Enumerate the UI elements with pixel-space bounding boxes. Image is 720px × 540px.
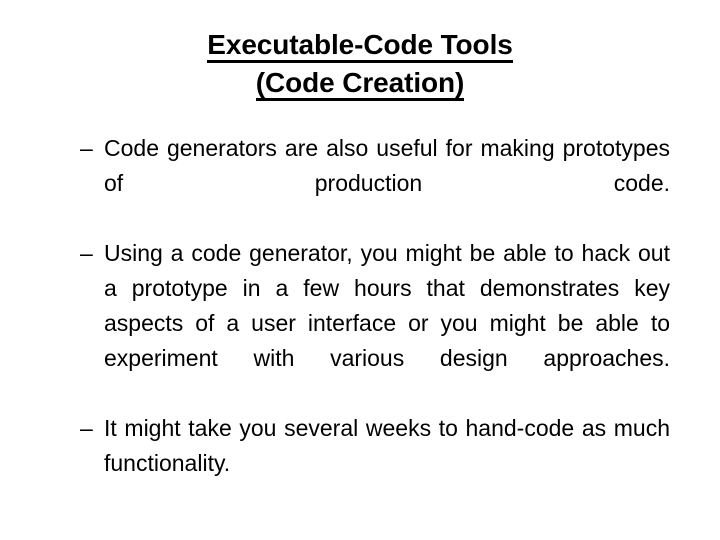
slide-canvas: Executable-Code Tools (Code Creation) – C… bbox=[0, 0, 720, 540]
bullet-text: Using a code generator, you might be abl… bbox=[104, 240, 670, 371]
bullet-text: It might take you several weeks to hand-… bbox=[104, 415, 670, 476]
bullet-marker: – bbox=[80, 415, 93, 441]
slide-body: – Code generators are also useful for mak… bbox=[80, 131, 670, 516]
slide-title: Executable-Code Tools (Code Creation) bbox=[0, 26, 720, 102]
bullet-item: – Code generators are also useful for mak… bbox=[80, 131, 670, 236]
slide-title-line-2-text: (Code Creation) bbox=[255, 68, 464, 102]
slide-title-line-2: (Code Creation) bbox=[0, 64, 720, 102]
bullet-marker: – bbox=[80, 240, 93, 266]
bullet-marker: – bbox=[80, 135, 93, 161]
bullet-item: – It might take you several weeks to hand… bbox=[80, 411, 670, 516]
slide-title-line-1-text: Executable-Code Tools bbox=[207, 30, 513, 64]
bullet-item: – Using a code generator, you might be ab… bbox=[80, 236, 670, 411]
slide-title-line-1: Executable-Code Tools bbox=[0, 26, 720, 64]
bullet-text: Code generators are also useful for maki… bbox=[104, 135, 670, 196]
